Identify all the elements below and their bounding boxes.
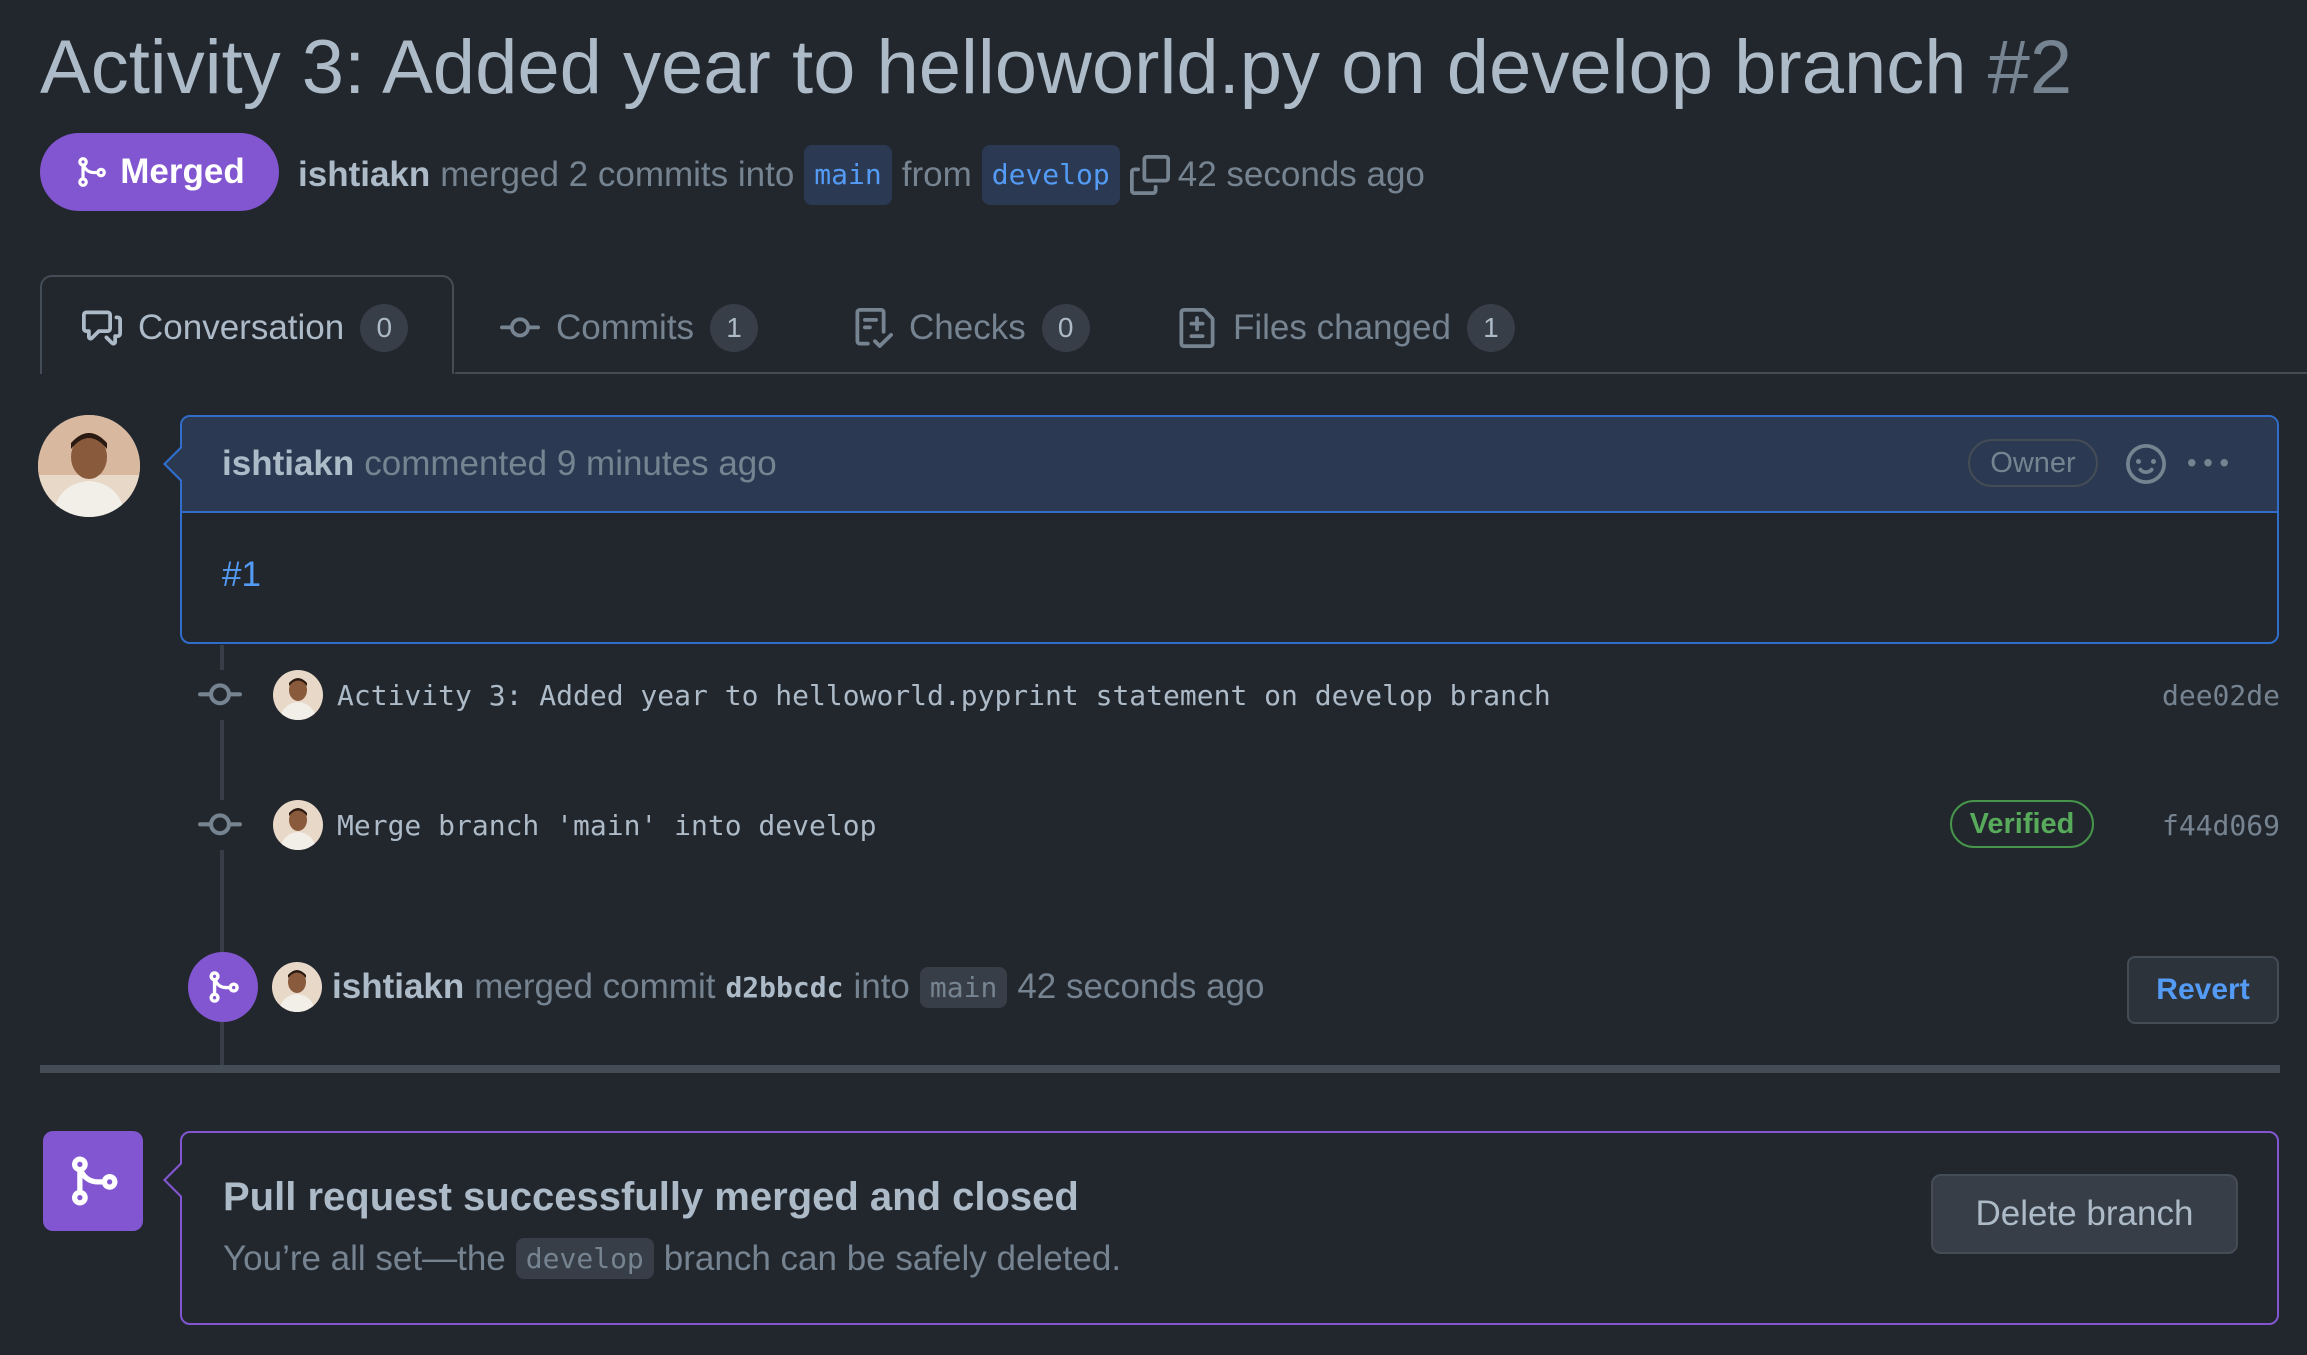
kebab-horizontal-icon[interactable] [2186,444,2230,484]
base-branch-label[interactable]: main [804,145,892,205]
tab-conversation[interactable]: Conversation 0 [82,298,409,358]
merge-into-text: into [853,967,910,1006]
merge-event: ishtiakn merged commit d2bbcdc into main… [188,950,1264,1024]
merge-event-text: merged commit [474,967,716,1006]
tab-files-changed-label: Files changed [1233,308,1451,347]
merge-author-link[interactable]: ishtiakn [332,967,464,1007]
merged-box-pointer-fill [166,1164,182,1196]
merge-event-time[interactable]: 42 seconds ago [1017,967,1264,1007]
avatar[interactable] [273,670,323,720]
git-merge-icon [78,157,107,187]
timeline-divider [40,1065,2280,1073]
tab-conversation-count: 0 [360,304,409,352]
tab-checks-count: 0 [1041,304,1090,352]
deletable-branch-label: develop [515,1238,654,1279]
comment-author[interactable]: ishtiakn [222,444,354,484]
merge-time: 42 seconds ago [1177,155,1425,194]
tab-commits-label: Commits [556,308,695,347]
comment-pointer-fill [166,448,182,480]
merge-commit-sha-link[interactable]: d2bbcdc [725,971,843,1004]
merge-target-branch[interactable]: main [919,966,1008,1008]
checklist-icon [855,308,893,348]
merged-status-badge: Merged [40,133,279,211]
owner-badge: Owner [1968,439,2098,487]
comment-card: ishtiakn commented 9 minutes ago Owner #… [180,415,2279,644]
tab-commits-count: 1 [710,304,759,352]
avatar[interactable] [272,962,322,1012]
tab-files-changed-count: 1 [1466,304,1515,352]
pr-meta-line: ishtiakn merged 2 commits into main from… [298,145,1425,205]
commit-message-link[interactable]: Activity 3: Added year to helloworld.pyp… [337,679,1551,712]
tab-files-changed[interactable]: Files changed 1 [1177,298,1515,358]
tabs-divider [455,372,2307,374]
comment-discussion-icon [82,310,122,346]
tab-checks-label: Checks [909,308,1026,347]
merged-subtitle-after: branch can be safely deleted. [663,1238,1122,1278]
delete-branch-button[interactable]: Delete branch [1931,1174,2238,1254]
pr-title-text: Activity 3: Added year to helloworld.py … [40,25,1967,110]
issue-reference-link[interactable]: #1 [222,555,261,594]
revert-button[interactable]: Revert [2127,956,2279,1024]
commit-message-link[interactable]: Merge branch 'main' into develop [337,809,876,842]
comment-body: #1 [182,513,2277,637]
commit-sha-link[interactable]: f44d069 [2162,809,2280,842]
git-commit-icon [195,670,245,720]
file-diff-icon [1179,308,1215,348]
comment-header: ishtiakn commented 9 minutes ago Owner [182,417,2277,513]
pr-author-link[interactable]: ishtiakn [298,149,430,201]
avatar-image [38,415,140,517]
copy-icon[interactable] [1129,155,1170,195]
git-commit-icon [500,317,540,338]
pr-number: #2 [1987,25,2073,110]
verified-badge[interactable]: Verified [1950,800,2094,848]
git-merge-icon [43,1131,143,1231]
merged-title: Pull request successfully merged and clo… [223,1175,1079,1219]
from-text: from [901,155,972,194]
commit-row: Activity 3: Added year to helloworld.pyp… [195,665,2280,725]
commit-row: Merge branch 'main' into develop Verifie… [195,795,2280,855]
git-commit-icon [195,800,245,850]
tab-conversation-label: Conversation [138,308,345,347]
merged-subtitle: You’re all set—the develop branch can be… [223,1238,1121,1279]
pr-title: Activity 3: Added year to helloworld.py … [40,22,2072,114]
commit-sha-link[interactable]: dee02de [2162,679,2280,712]
avatar[interactable] [273,800,323,850]
merged-text: merged 2 commits into [440,155,795,194]
merged-status-label: Merged [120,152,245,191]
tab-commits[interactable]: Commits 1 [500,298,759,358]
avatar[interactable] [38,415,140,517]
head-branch-label[interactable]: develop [981,145,1120,205]
tab-checks[interactable]: Checks 0 [853,298,1090,358]
comment-timestamp[interactable]: commented 9 minutes ago [364,444,776,484]
smiley-icon[interactable] [2126,444,2166,484]
git-merge-icon [188,952,258,1022]
merged-subtitle-before: You’re all set—the [223,1238,506,1278]
